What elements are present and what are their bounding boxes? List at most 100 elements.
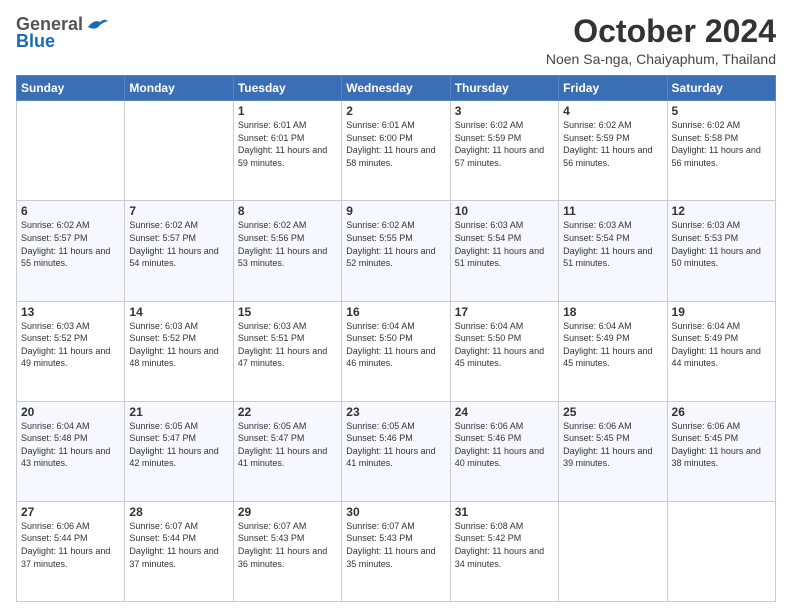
table-row: 24Sunrise: 6:06 AMSunset: 5:46 PMDayligh… xyxy=(450,401,558,501)
day-info: Sunrise: 6:07 AMSunset: 5:43 PMDaylight:… xyxy=(238,520,337,570)
day-number: 8 xyxy=(238,204,337,218)
day-number: 5 xyxy=(672,104,771,118)
table-row: 27Sunrise: 6:06 AMSunset: 5:44 PMDayligh… xyxy=(17,501,125,601)
col-monday: Monday xyxy=(125,76,233,101)
day-number: 14 xyxy=(129,305,228,319)
calendar-table: Sunday Monday Tuesday Wednesday Thursday… xyxy=(16,75,776,602)
calendar-week-3: 13Sunrise: 6:03 AMSunset: 5:52 PMDayligh… xyxy=(17,301,776,401)
table-row xyxy=(125,101,233,201)
day-number: 17 xyxy=(455,305,554,319)
day-info: Sunrise: 6:02 AMSunset: 5:59 PMDaylight:… xyxy=(455,119,554,169)
col-wednesday: Wednesday xyxy=(342,76,450,101)
logo-blue: Blue xyxy=(16,31,55,52)
day-number: 26 xyxy=(672,405,771,419)
table-row: 31Sunrise: 6:08 AMSunset: 5:42 PMDayligh… xyxy=(450,501,558,601)
day-info: Sunrise: 6:03 AMSunset: 5:54 PMDaylight:… xyxy=(455,219,554,269)
table-row: 7Sunrise: 6:02 AMSunset: 5:57 PMDaylight… xyxy=(125,201,233,301)
table-row: 17Sunrise: 6:04 AMSunset: 5:50 PMDayligh… xyxy=(450,301,558,401)
day-number: 28 xyxy=(129,505,228,519)
day-info: Sunrise: 6:03 AMSunset: 5:52 PMDaylight:… xyxy=(129,320,228,370)
table-row: 13Sunrise: 6:03 AMSunset: 5:52 PMDayligh… xyxy=(17,301,125,401)
day-info: Sunrise: 6:01 AMSunset: 6:01 PMDaylight:… xyxy=(238,119,337,169)
calendar-week-5: 27Sunrise: 6:06 AMSunset: 5:44 PMDayligh… xyxy=(17,501,776,601)
day-number: 13 xyxy=(21,305,120,319)
table-row xyxy=(17,101,125,201)
day-info: Sunrise: 6:01 AMSunset: 6:00 PMDaylight:… xyxy=(346,119,445,169)
table-row: 3Sunrise: 6:02 AMSunset: 5:59 PMDaylight… xyxy=(450,101,558,201)
col-tuesday: Tuesday xyxy=(233,76,341,101)
day-info: Sunrise: 6:03 AMSunset: 5:52 PMDaylight:… xyxy=(21,320,120,370)
day-info: Sunrise: 6:03 AMSunset: 5:51 PMDaylight:… xyxy=(238,320,337,370)
calendar-week-2: 6Sunrise: 6:02 AMSunset: 5:57 PMDaylight… xyxy=(17,201,776,301)
header: General Blue October 2024 Noen Sa-nga, C… xyxy=(16,14,776,67)
table-row: 28Sunrise: 6:07 AMSunset: 5:44 PMDayligh… xyxy=(125,501,233,601)
day-number: 6 xyxy=(21,204,120,218)
day-number: 19 xyxy=(672,305,771,319)
table-row: 14Sunrise: 6:03 AMSunset: 5:52 PMDayligh… xyxy=(125,301,233,401)
table-row: 30Sunrise: 6:07 AMSunset: 5:43 PMDayligh… xyxy=(342,501,450,601)
day-number: 4 xyxy=(563,104,662,118)
day-info: Sunrise: 6:06 AMSunset: 5:45 PMDaylight:… xyxy=(672,420,771,470)
table-row: 22Sunrise: 6:05 AMSunset: 5:47 PMDayligh… xyxy=(233,401,341,501)
col-thursday: Thursday xyxy=(450,76,558,101)
table-row: 4Sunrise: 6:02 AMSunset: 5:59 PMDaylight… xyxy=(559,101,667,201)
month-title: October 2024 xyxy=(546,14,776,49)
day-info: Sunrise: 6:02 AMSunset: 5:58 PMDaylight:… xyxy=(672,119,771,169)
table-row: 1Sunrise: 6:01 AMSunset: 6:01 PMDaylight… xyxy=(233,101,341,201)
day-info: Sunrise: 6:06 AMSunset: 5:45 PMDaylight:… xyxy=(563,420,662,470)
day-number: 29 xyxy=(238,505,337,519)
day-number: 25 xyxy=(563,405,662,419)
day-info: Sunrise: 6:04 AMSunset: 5:50 PMDaylight:… xyxy=(455,320,554,370)
table-row: 21Sunrise: 6:05 AMSunset: 5:47 PMDayligh… xyxy=(125,401,233,501)
table-row: 12Sunrise: 6:03 AMSunset: 5:53 PMDayligh… xyxy=(667,201,775,301)
day-number: 16 xyxy=(346,305,445,319)
day-info: Sunrise: 6:04 AMSunset: 5:48 PMDaylight:… xyxy=(21,420,120,470)
day-info: Sunrise: 6:06 AMSunset: 5:44 PMDaylight:… xyxy=(21,520,120,570)
col-saturday: Saturday xyxy=(667,76,775,101)
day-info: Sunrise: 6:05 AMSunset: 5:46 PMDaylight:… xyxy=(346,420,445,470)
day-number: 20 xyxy=(21,405,120,419)
table-row: 10Sunrise: 6:03 AMSunset: 5:54 PMDayligh… xyxy=(450,201,558,301)
day-number: 30 xyxy=(346,505,445,519)
day-number: 12 xyxy=(672,204,771,218)
day-info: Sunrise: 6:04 AMSunset: 5:49 PMDaylight:… xyxy=(563,320,662,370)
day-info: Sunrise: 6:03 AMSunset: 5:54 PMDaylight:… xyxy=(563,219,662,269)
day-number: 10 xyxy=(455,204,554,218)
calendar-header-row: Sunday Monday Tuesday Wednesday Thursday… xyxy=(17,76,776,101)
day-info: Sunrise: 6:02 AMSunset: 5:56 PMDaylight:… xyxy=(238,219,337,269)
table-row: 15Sunrise: 6:03 AMSunset: 5:51 PMDayligh… xyxy=(233,301,341,401)
day-info: Sunrise: 6:08 AMSunset: 5:42 PMDaylight:… xyxy=(455,520,554,570)
day-info: Sunrise: 6:02 AMSunset: 5:57 PMDaylight:… xyxy=(21,219,120,269)
title-block: October 2024 Noen Sa-nga, Chaiyaphum, Th… xyxy=(546,14,776,67)
location: Noen Sa-nga, Chaiyaphum, Thailand xyxy=(546,51,776,67)
calendar-page: General Blue October 2024 Noen Sa-nga, C… xyxy=(0,0,792,612)
day-info: Sunrise: 6:06 AMSunset: 5:46 PMDaylight:… xyxy=(455,420,554,470)
logo-bird-icon xyxy=(86,17,108,33)
day-number: 7 xyxy=(129,204,228,218)
table-row: 9Sunrise: 6:02 AMSunset: 5:55 PMDaylight… xyxy=(342,201,450,301)
day-number: 27 xyxy=(21,505,120,519)
table-row: 25Sunrise: 6:06 AMSunset: 5:45 PMDayligh… xyxy=(559,401,667,501)
col-sunday: Sunday xyxy=(17,76,125,101)
table-row: 26Sunrise: 6:06 AMSunset: 5:45 PMDayligh… xyxy=(667,401,775,501)
table-row: 2Sunrise: 6:01 AMSunset: 6:00 PMDaylight… xyxy=(342,101,450,201)
day-number: 2 xyxy=(346,104,445,118)
day-info: Sunrise: 6:02 AMSunset: 5:59 PMDaylight:… xyxy=(563,119,662,169)
day-number: 21 xyxy=(129,405,228,419)
table-row: 8Sunrise: 6:02 AMSunset: 5:56 PMDaylight… xyxy=(233,201,341,301)
day-info: Sunrise: 6:04 AMSunset: 5:50 PMDaylight:… xyxy=(346,320,445,370)
calendar-week-1: 1Sunrise: 6:01 AMSunset: 6:01 PMDaylight… xyxy=(17,101,776,201)
day-number: 18 xyxy=(563,305,662,319)
day-number: 1 xyxy=(238,104,337,118)
logo: General Blue xyxy=(16,14,108,52)
day-number: 23 xyxy=(346,405,445,419)
day-number: 15 xyxy=(238,305,337,319)
day-number: 24 xyxy=(455,405,554,419)
table-row: 20Sunrise: 6:04 AMSunset: 5:48 PMDayligh… xyxy=(17,401,125,501)
table-row: 16Sunrise: 6:04 AMSunset: 5:50 PMDayligh… xyxy=(342,301,450,401)
table-row: 18Sunrise: 6:04 AMSunset: 5:49 PMDayligh… xyxy=(559,301,667,401)
day-info: Sunrise: 6:02 AMSunset: 5:57 PMDaylight:… xyxy=(129,219,228,269)
day-info: Sunrise: 6:04 AMSunset: 5:49 PMDaylight:… xyxy=(672,320,771,370)
calendar-week-4: 20Sunrise: 6:04 AMSunset: 5:48 PMDayligh… xyxy=(17,401,776,501)
table-row: 6Sunrise: 6:02 AMSunset: 5:57 PMDaylight… xyxy=(17,201,125,301)
